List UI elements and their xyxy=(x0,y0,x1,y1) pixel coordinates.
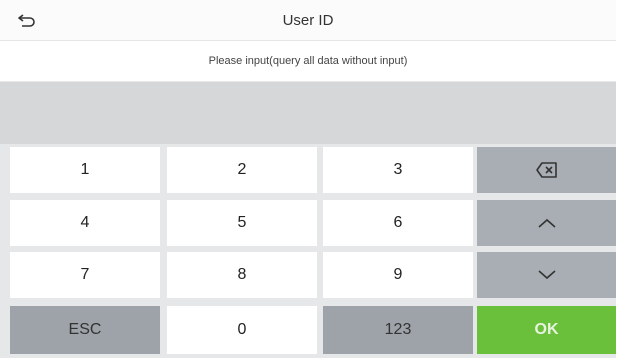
key-7[interactable]: 7 xyxy=(10,252,160,298)
backspace-key[interactable] xyxy=(477,147,616,193)
key-6[interactable]: 6 xyxy=(323,200,473,246)
esc-key[interactable]: ESC xyxy=(10,306,160,354)
backspace-icon xyxy=(535,162,557,178)
user-id-screen: User ID Please input(query all data with… xyxy=(0,0,616,358)
numeric-keypad: 1 2 3 4 5 6 7 8 9 ESC 0 123 OK xyxy=(0,144,616,358)
input-hint: Please input(query all data without inpu… xyxy=(0,41,616,82)
key-5[interactable]: 5 xyxy=(167,200,317,246)
input-area[interactable] xyxy=(0,82,616,144)
screen-edge xyxy=(616,0,627,358)
key-1[interactable]: 1 xyxy=(10,147,160,193)
title-bar: User ID xyxy=(0,0,616,41)
key-0[interactable]: 0 xyxy=(167,306,317,354)
input-mode-key[interactable]: 123 xyxy=(323,306,473,354)
back-arrow-icon xyxy=(18,14,35,27)
user-id-input[interactable] xyxy=(0,82,616,144)
key-9[interactable]: 9 xyxy=(323,252,473,298)
key-4[interactable]: 4 xyxy=(10,200,160,246)
ok-button[interactable]: OK xyxy=(477,306,616,354)
page-title: User ID xyxy=(282,11,334,29)
key-8[interactable]: 8 xyxy=(167,252,317,298)
down-key[interactable] xyxy=(477,252,616,298)
up-key[interactable] xyxy=(477,200,616,246)
back-button[interactable] xyxy=(18,7,62,33)
key-2[interactable]: 2 xyxy=(167,147,317,193)
chevron-up-icon xyxy=(537,218,556,228)
key-3[interactable]: 3 xyxy=(323,147,473,193)
chevron-down-icon xyxy=(537,270,556,280)
